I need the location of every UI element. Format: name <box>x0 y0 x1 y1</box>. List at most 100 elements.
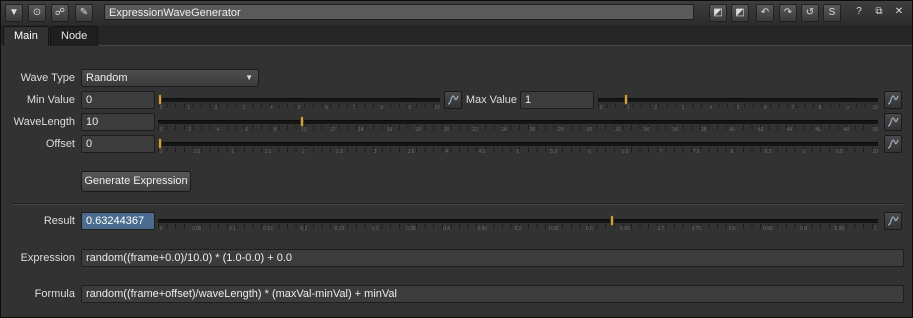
tick-label: 0.4 <box>443 226 451 232</box>
undo-icon[interactable]: ↶ <box>756 4 774 22</box>
tick-label: 0.35 <box>406 226 416 232</box>
offset-field[interactable]: 0 <box>81 135 155 153</box>
offset-curve-icon[interactable] <box>884 135 902 153</box>
tick-label: 22 <box>472 127 478 133</box>
tick-label: 9 <box>802 149 805 155</box>
result-label: Result <box>43 215 75 227</box>
generate-expression-button[interactable]: Generate Expression <box>81 171 191 192</box>
tick-label: 1 <box>627 105 630 111</box>
wave-length-slider-thumb[interactable] <box>300 116 304 127</box>
tick-label: 3 <box>681 105 685 111</box>
float-panel-icon[interactable]: ⧉ <box>871 4 887 20</box>
collapse-arrow-icon[interactable]: ▼ <box>5 4 23 22</box>
expression-label: Expression <box>20 252 75 264</box>
tick-label: 6 <box>764 105 767 111</box>
tick-label: 0.75 <box>691 226 702 232</box>
formula-label: Formula <box>34 288 75 300</box>
tick-label: 8 <box>380 105 384 111</box>
tick-label: 44 <box>786 127 793 133</box>
tick-label: 42 <box>757 127 764 133</box>
tick-label: 10 <box>872 149 878 155</box>
tick-label: 0.15 <box>263 226 273 232</box>
offset-label: Offset <box>45 138 75 150</box>
offset-slider-thumb[interactable] <box>158 138 162 149</box>
result-field[interactable]: 0.63244367 <box>81 212 155 230</box>
tick-label: 38 <box>700 127 707 133</box>
tick-label: 0.8 <box>728 226 736 232</box>
divider <box>11 203 904 205</box>
tick-label: 4 <box>270 105 273 111</box>
tab-bar: Main Node <box>1 25 912 46</box>
tab-node[interactable]: Node <box>50 26 99 46</box>
tick-label: 48 <box>843 127 850 133</box>
tick-label: 9 <box>846 105 849 111</box>
expression-field[interactable]: random((frame+0.0)/10.0) * (1.0-0.0) + 0… <box>81 249 904 267</box>
max-value-slider-thumb[interactable] <box>624 94 628 105</box>
properties-panel: ▼ ⊙ ☍ ✎ ExpressionWaveGenerator ◩ ◩ ↶ ↷ … <box>0 0 913 318</box>
tick-label: 0.65 <box>620 226 630 232</box>
wave-length-curve-icon[interactable] <box>884 113 902 131</box>
tick-label: 6.5 <box>621 149 629 155</box>
tick-label: 2 <box>302 149 306 155</box>
tick-label: 8 <box>818 105 822 111</box>
tick-label: 6 <box>588 149 591 155</box>
min-value-label: Min Value <box>26 94 75 106</box>
revert-icon[interactable]: ↺ <box>801 4 819 22</box>
tick-label: 24 <box>500 127 507 133</box>
tick-label: 0.05 <box>191 226 202 232</box>
tick-label: 2.5 <box>336 149 343 155</box>
wave-length-slider[interactable]: 0 2 4 6 8 10 12 14 16 18 20 22 24 26 28 30 32 34 36 38 40 42 4… <box>158 116 878 134</box>
wave-length-label: WaveLength <box>13 116 75 128</box>
wave-type-dropdown[interactable]: Random ▼ <box>81 69 259 87</box>
tick-label: 10 <box>434 105 440 111</box>
tick-label: 2 <box>188 127 191 133</box>
tick-label: 3 <box>373 149 377 155</box>
node-name-field[interactable]: ExpressionWaveGenerator <box>104 4 694 20</box>
tick-label: 18 <box>415 127 421 133</box>
help-icon[interactable]: ? <box>851 4 867 20</box>
result-slider[interactable]: 0 0.05 0.1 0.15 0.2 0.25 0.3 0.35 0.4 0.45 0.5 0.55… <box>158 215 878 233</box>
tick-label: 34 <box>643 127 650 133</box>
max-value-field[interactable]: 1 <box>520 91 594 109</box>
tick-label: 0.25 <box>334 226 345 232</box>
tick-label: 0.85 <box>763 226 773 232</box>
tick-label: 0.55 <box>548 226 559 232</box>
result-slider-thumb[interactable] <box>609 215 614 226</box>
result-curve-icon[interactable] <box>884 212 902 230</box>
close-icon[interactable]: ✕ <box>891 4 907 20</box>
tick-label: 36 <box>672 127 678 133</box>
min-value-slider-thumb[interactable] <box>158 94 162 105</box>
script-s-icon[interactable]: S <box>823 4 841 22</box>
tick-label: 0 <box>159 149 163 155</box>
color-swatch-2-icon[interactable]: ◩ <box>731 4 749 22</box>
wave-length-field[interactable]: 10 <box>81 113 155 131</box>
wave-type-value: Random <box>86 72 128 84</box>
tab-main[interactable]: Main <box>3 26 49 46</box>
min-value-slider[interactable]: 0 1 2 3 4 5 6 7 8 9 10 <box>158 94 440 112</box>
redo-icon[interactable]: ↷ <box>779 4 797 22</box>
dropdown-arrow-icon: ▼ <box>245 73 253 82</box>
tick-label: 16 <box>386 127 393 133</box>
tick-label: 4 <box>709 105 712 111</box>
tick-label: 0.3 <box>371 226 379 232</box>
max-value-curve-icon[interactable] <box>884 91 902 109</box>
tick-label: 0.5 <box>514 226 522 232</box>
offset-slider[interactable]: 0 0.5 1 1.5 2 2.5 3 3.5 4 4.5 5 5.5 6 6.5 7 7.5 8 8.5 9 9.5… <box>158 138 878 156</box>
tick-label: 2 <box>214 105 218 111</box>
color-swatch-icon[interactable]: ◩ <box>709 4 727 22</box>
tick-label: 1 <box>187 105 190 111</box>
tick-label: 7 <box>352 105 356 111</box>
node-tree-icon[interactable]: ☍ <box>51 4 69 22</box>
wrench-icon[interactable]: ✎ <box>75 4 93 22</box>
min-value-field[interactable]: 0 <box>81 91 155 109</box>
view-node-icon[interactable]: ⊙ <box>28 4 46 22</box>
max-value-slider[interactable]: 0 1 2 3 4 5 6 7 8 9 10 <box>598 94 878 112</box>
tick-label: 26 <box>529 127 536 133</box>
tick-label: 30 <box>586 127 593 133</box>
panel-titlebar: ▼ ⊙ ☍ ✎ ExpressionWaveGenerator ◩ ◩ ↶ ↷ … <box>1 1 912 26</box>
tick-label: 7 <box>659 149 663 155</box>
tick-label: 6 <box>245 127 249 133</box>
tick-label: 32 <box>615 127 621 133</box>
tick-label: 14 <box>358 127 364 133</box>
formula-field[interactable]: random((frame+offset)/waveLength) * (max… <box>81 285 904 303</box>
